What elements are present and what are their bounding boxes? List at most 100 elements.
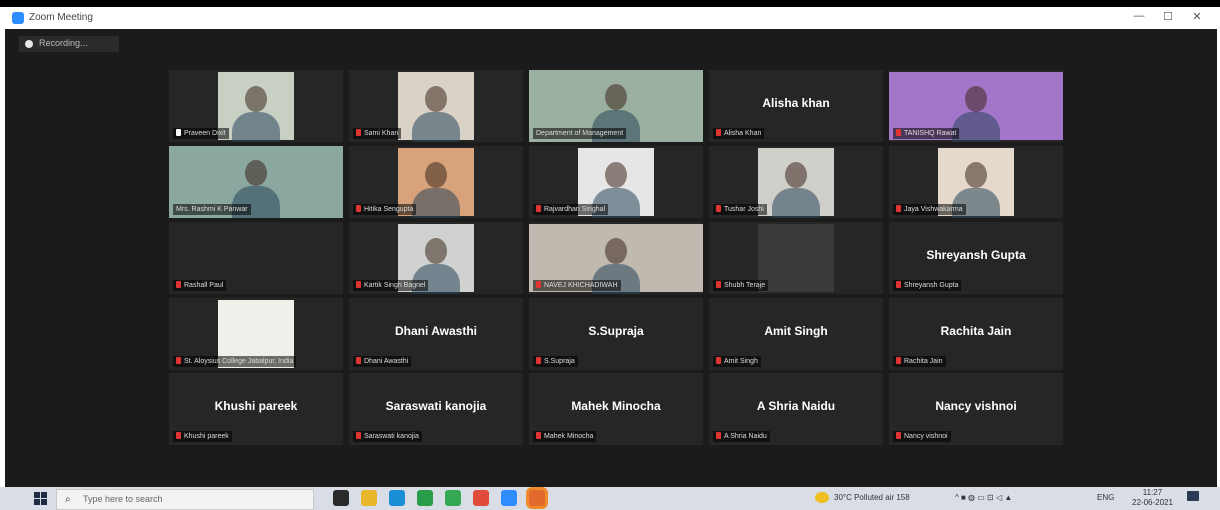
participant-video (758, 224, 834, 292)
participant-tile[interactable]: Sami Khan (349, 70, 523, 142)
mic-muted-icon (716, 357, 721, 364)
participant-tile[interactable]: Rajvardhan Singhal (529, 146, 703, 218)
edge-browser-icon[interactable] (389, 490, 405, 506)
taskbar-search-box[interactable]: ⌕ Type here to search (56, 489, 314, 510)
participant-name-label: S.Supraja (533, 356, 578, 367)
system-tray-icons[interactable]: ^ ■ ◍ ▭ ⊡ ◁ ▲ (955, 493, 1012, 502)
chrome-profile-icon[interactable] (473, 490, 489, 506)
mic-muted-icon (176, 432, 181, 439)
participant-tile[interactable]: Jaya Vishwakarma (889, 146, 1063, 218)
person-silhouette (605, 162, 627, 188)
participant-tile[interactable]: Praveen Dixit (169, 70, 343, 142)
chrome-icon[interactable] (445, 490, 461, 506)
participant-name-label: Rashall Paul (173, 280, 227, 291)
mic-muted-icon (716, 205, 721, 212)
participant-tile[interactable]: Kartik Singh Bagnel (349, 222, 523, 294)
file-explorer-icon[interactable] (361, 490, 377, 506)
participant-tile[interactable]: Rachita Jain Rachita Jain (889, 298, 1063, 370)
close-button[interactable]: ✕ (1187, 10, 1207, 23)
participant-video (218, 72, 294, 142)
clock[interactable]: 11:27 22-06-2021 (1132, 488, 1173, 508)
participant-name: Jaya Vishwakarma (904, 206, 963, 213)
mic-muted-icon (356, 357, 361, 364)
participant-tile[interactable]: A Shria Naidu A Shria Naidu (709, 373, 883, 445)
participant-display-name: Rachita Jain (940, 324, 1012, 338)
participant-name-label: Tushar Joshi (713, 204, 767, 215)
mic-muted-icon (896, 357, 901, 364)
participant-name-label: NAVEJ KHICHADIWAH (533, 280, 621, 291)
participant-name: Kartik Singh Bagnel (364, 282, 426, 289)
person-body (412, 188, 460, 218)
participant-tile[interactable]: Nancy vishnoi Nancy vishnoi (889, 373, 1063, 445)
participant-tile[interactable]: Dhani Awasthi Dhani Awasthi (349, 298, 523, 370)
mic-muted-icon (896, 432, 901, 439)
language-indicator[interactable]: ENG (1097, 493, 1114, 502)
participant-display-name: Nancy vishnoi (935, 399, 1017, 413)
task-view-icon[interactable] (333, 490, 349, 506)
participant-name-label: Dhani Awasthi (353, 356, 412, 367)
participant-tile[interactable]: NAVEJ KHICHADIWAH (529, 222, 703, 294)
participant-tile[interactable]: Khushi pareek Khushi pareek (169, 373, 343, 445)
participant-tile[interactable]: Saraswati kanojia Saraswati kanojia (349, 373, 523, 445)
participant-tile[interactable]: Mahek Minocha Mahek Minocha (529, 373, 703, 445)
participant-video (398, 72, 474, 142)
search-placeholder: Type here to search (83, 494, 163, 504)
screen-top-border (0, 0, 1220, 7)
participant-name: Sami Khan (364, 130, 399, 137)
person-silhouette (605, 84, 627, 110)
participant-name-label: Department of Management (533, 128, 627, 139)
participant-name-label: Shreyansh Gupta (893, 280, 962, 291)
participant-name-label: Praveen Dixit (173, 128, 229, 139)
participant-tile[interactable]: Hitika Sengupta (349, 146, 523, 218)
participant-tile[interactable]: Amit Singh Amit Singh (709, 298, 883, 370)
minimize-button[interactable]: — (1129, 10, 1149, 22)
participant-display-name: S.Supraja (588, 324, 644, 338)
participant-tile[interactable]: Rashall Paul (169, 222, 343, 294)
participant-name: Dhani Awasthi (364, 358, 409, 365)
participant-name: Shubh Teraje (724, 282, 766, 289)
participant-name: Saraswati kanojia (364, 433, 419, 440)
powerpoint-icon[interactable] (529, 490, 545, 506)
mic-muted-icon (356, 432, 361, 439)
mic-muted-icon (896, 129, 901, 136)
participant-name-label: A Shria Naidu (713, 431, 770, 442)
person-silhouette (425, 238, 447, 264)
zoom-app-icon[interactable] (501, 490, 517, 506)
store-icon[interactable] (417, 490, 433, 506)
participant-name-label: Kartik Singh Bagnel (353, 280, 429, 291)
participant-name: Praveen Dixit (184, 130, 226, 137)
participant-display-name: Mahek Minocha (571, 399, 661, 413)
participant-tile[interactable]: Shreyansh Gupta Shreyansh Gupta (889, 222, 1063, 294)
participant-name: Alisha Khan (724, 130, 762, 137)
participant-name-label: Amit Singh (713, 356, 761, 367)
participant-display-name: Amit Singh (764, 324, 828, 338)
participant-video (758, 148, 834, 218)
search-icon: ⌕ (65, 494, 71, 505)
participant-name: Amit Singh (724, 358, 758, 365)
participant-tile[interactable]: S.Supraja S.Supraja (529, 298, 703, 370)
participant-name: S.Supraja (544, 358, 575, 365)
maximize-button[interactable]: ☐ (1158, 10, 1178, 23)
person-body (772, 188, 820, 218)
participant-tile[interactable]: St. Aloysius College Jabalpur, India (169, 298, 343, 370)
mic-muted-icon (536, 432, 541, 439)
participant-tile[interactable]: Department of Management (529, 70, 703, 142)
participant-name-label: Rajvardhan Singhal (533, 204, 609, 215)
host-icon (176, 129, 181, 136)
recording-indicator[interactable]: Recording... (19, 36, 119, 52)
participant-name: Rashall Paul (184, 282, 224, 289)
window-title: Zoom Meeting (29, 12, 93, 23)
notification-icon[interactable] (1187, 491, 1199, 501)
participant-name-label: Mrs. Rashmi K Panwar (173, 204, 251, 215)
participant-tile[interactable]: Mrs. Rashmi K Panwar (169, 146, 343, 218)
participant-tile[interactable]: Tushar Joshi (709, 146, 883, 218)
participant-tile[interactable]: Alisha khan Alisha Khan (709, 70, 883, 142)
participant-name: St. Aloysius College Jabalpur, India (184, 358, 294, 365)
person-silhouette (965, 162, 987, 188)
weather-text[interactable]: 30°C Polluted air 158 (834, 493, 910, 502)
participant-tile[interactable]: Shubh Teraje (709, 222, 883, 294)
mic-muted-icon (356, 281, 361, 288)
participant-display-name: Alisha khan (762, 96, 830, 110)
participant-tile[interactable]: TANISHQ Rawat (889, 70, 1063, 142)
windows-start-icon[interactable] (34, 492, 47, 505)
